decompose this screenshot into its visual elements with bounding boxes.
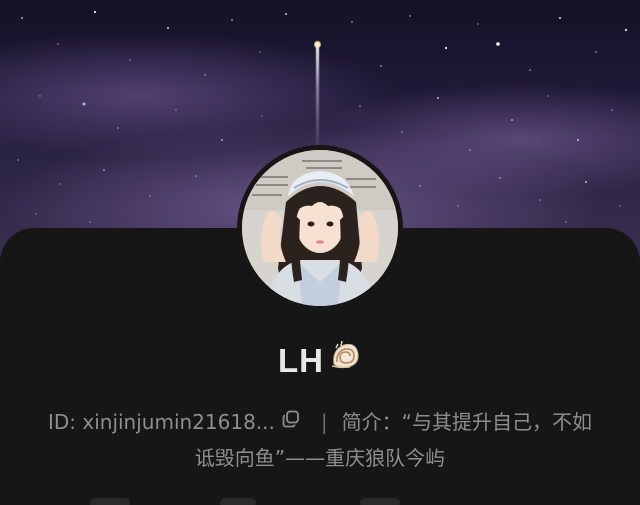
profile-screen: LH ID: xinjinjumin21618... | 简介：“与其提升自己，不… [0, 0, 640, 505]
info-separator: | [320, 410, 328, 434]
profile-info: ID: xinjinjumin21618... | 简介：“与其提升自己，不如诋毁… [40, 404, 600, 476]
profile-avatar[interactable] [237, 145, 403, 311]
rocket-trail [316, 46, 319, 156]
profile-name: LH [278, 342, 324, 379]
profile-id[interactable]: ID: xinjinjumin21618... [48, 410, 275, 434]
rocket-light [314, 40, 321, 49]
avatar-image [242, 150, 398, 306]
spiral-shell-icon [328, 338, 362, 382]
bio-label: 简介： [341, 410, 402, 434]
next-row-peek [0, 490, 640, 505]
copy-icon[interactable] [281, 404, 301, 440]
profile-name-row: LH [0, 340, 640, 382]
